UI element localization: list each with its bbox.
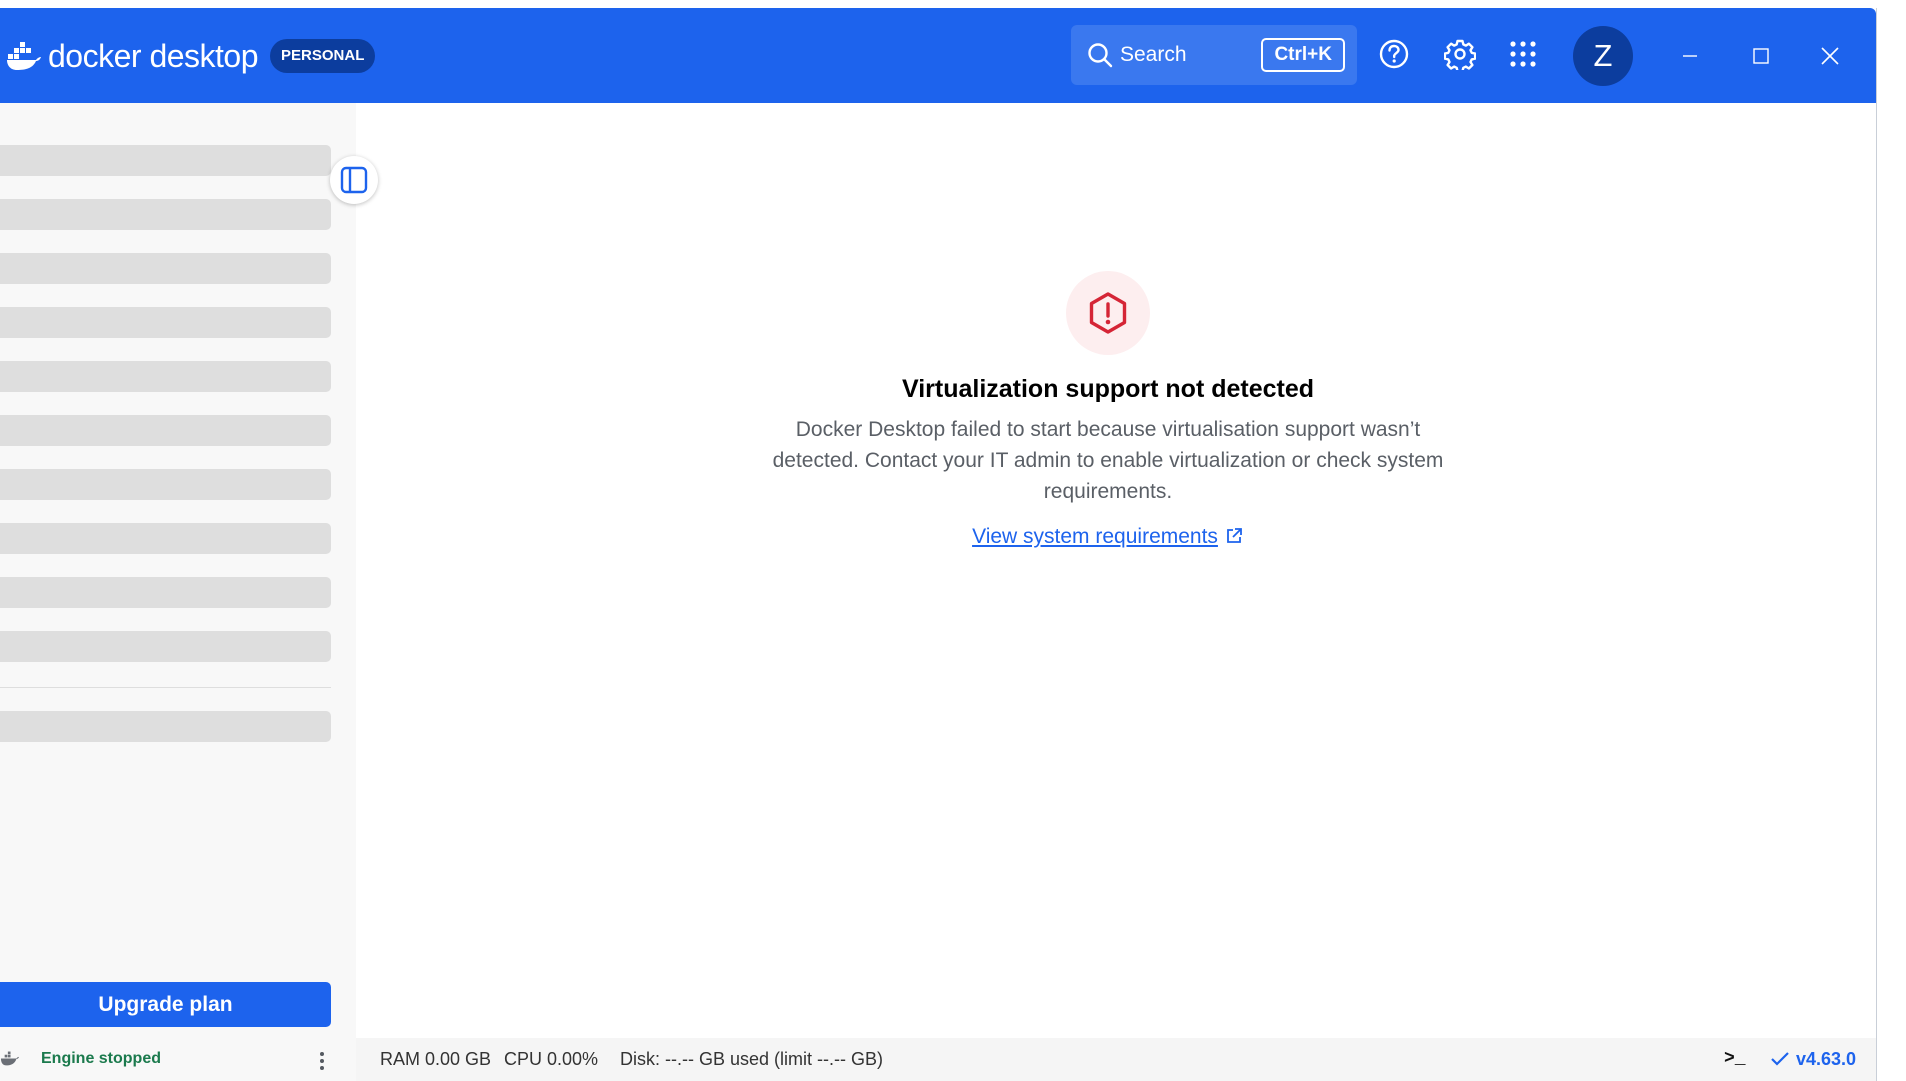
version-status[interactable]: v4.63.0 (1770, 1049, 1856, 1070)
apps-grid-icon[interactable] (1507, 38, 1539, 70)
error-message: Docker Desktop failed to start because v… (772, 418, 1444, 503)
nav-item-placeholder (0, 415, 331, 446)
nav-item-placeholder (0, 577, 331, 608)
title-bar: docker desktop PERSONAL Search Ctrl+K Z (0, 8, 1876, 103)
warning-hexagon-icon (1089, 292, 1127, 334)
sidebar-toggle-icon (340, 166, 368, 194)
system-requirements-link[interactable]: View system requirements (356, 525, 1860, 549)
nav-item-placeholder (0, 145, 331, 176)
error-badge (1066, 271, 1150, 355)
nav-item-placeholder (0, 253, 331, 284)
disk-usage: Disk: --.-- GB used (limit --.-- GB) (620, 1049, 883, 1069)
link-label: View system requirements (972, 525, 1218, 548)
nav-item-placeholder (0, 361, 331, 392)
sidebar: Upgrade plan (0, 103, 356, 1081)
cpu-usage: CPU 0.00% (504, 1049, 599, 1069)
nav-item-placeholder (0, 631, 331, 662)
docker-whale-icon (0, 1051, 20, 1066)
engine-status[interactable]: Engine stopped (0, 1038, 356, 1081)
docker-desktop-window: docker desktop PERSONAL Search Ctrl+K Z … (0, 8, 1877, 1081)
nav-item-placeholder (0, 307, 331, 338)
close-icon[interactable] (1815, 41, 1845, 71)
nav-item-placeholder (0, 523, 331, 554)
more-vertical-icon[interactable] (318, 1051, 326, 1071)
docker-whale-icon (7, 42, 41, 70)
search-bar[interactable]: Search Ctrl+K (1071, 25, 1357, 85)
nav-item-placeholder (0, 469, 331, 500)
plan-badge[interactable]: PERSONAL (270, 39, 376, 73)
check-icon (1771, 1052, 1789, 1066)
external-link-icon (1227, 528, 1242, 543)
search-icon (1088, 43, 1113, 68)
nav-item-placeholder (0, 199, 331, 230)
minimize-icon[interactable] (1675, 41, 1705, 71)
help-icon[interactable] (1378, 38, 1410, 70)
sidebar-divider (0, 687, 331, 688)
version-label: v4.63.0 (1795, 1049, 1856, 1069)
engine-status-label: Engine stopped (41, 1050, 161, 1067)
gear-icon[interactable] (1444, 38, 1476, 70)
error-title: Virtualization support not detected (901, 375, 1315, 403)
status-bar: RAM 0.00 GB CPU 0.00% Disk: --.-- GB use… (356, 1038, 1876, 1081)
search-label: Search (1120, 43, 1187, 66)
main-content: Virtualization support not detected Dock… (356, 103, 1876, 1081)
search-shortcut: Ctrl+K (1261, 38, 1345, 72)
sidebar-toggle-button[interactable] (330, 156, 378, 204)
brand-name: docker desktop (48, 38, 259, 74)
maximize-icon[interactable] (1746, 41, 1776, 71)
upgrade-plan-button[interactable]: Upgrade plan (0, 982, 331, 1027)
nav-item-placeholder (0, 711, 331, 742)
user-avatar[interactable]: Z (1573, 26, 1633, 86)
ram-usage: RAM 0.00 GB (380, 1049, 492, 1069)
brand: docker desktop PERSONAL (6, 36, 376, 76)
terminal-icon[interactable]: >_ (1724, 1049, 1746, 1069)
